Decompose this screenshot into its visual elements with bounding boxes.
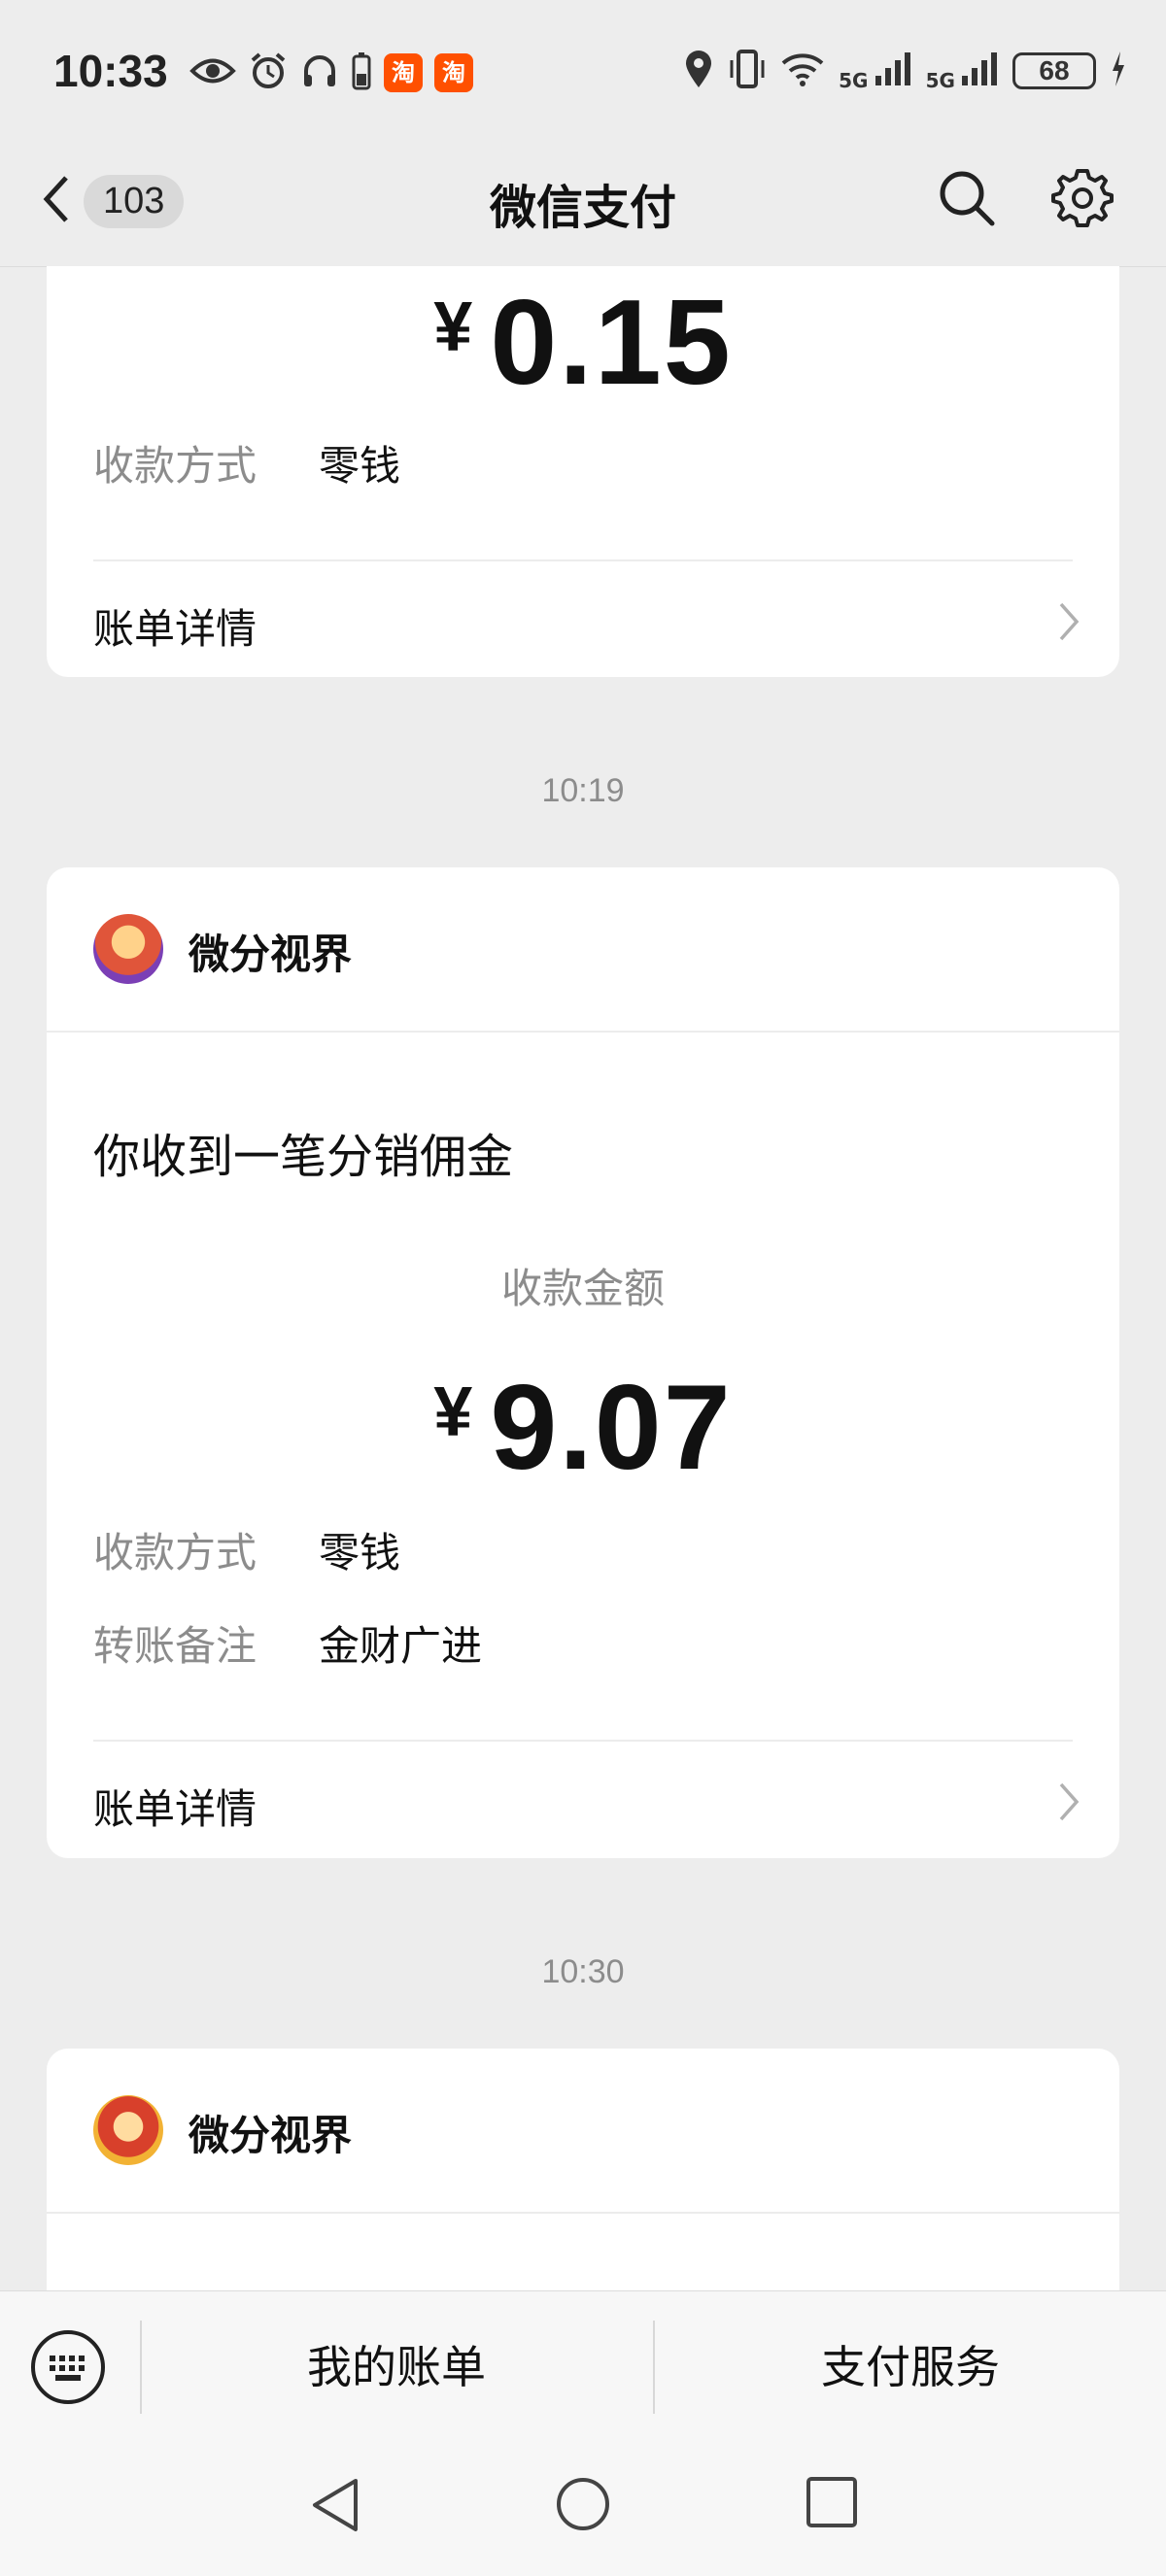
bill-detail-link[interactable]: 账单详情 bbox=[47, 561, 1119, 678]
search-button[interactable] bbox=[936, 167, 998, 233]
payment-method-value: 零钱 bbox=[319, 442, 401, 490]
merchant-name: 微分视界 bbox=[189, 2112, 353, 2159]
title-bar: 103 微信支付 bbox=[0, 148, 1166, 267]
payment-method-label: 收款方式 bbox=[93, 442, 257, 490]
message-timestamp: 10:19 bbox=[541, 772, 625, 809]
taobao-icon: 淘 bbox=[384, 53, 423, 92]
nav-recents-icon[interactable] bbox=[805, 2475, 859, 2533]
battery-small-icon bbox=[351, 51, 372, 95]
location-icon bbox=[683, 49, 714, 93]
settings-button[interactable] bbox=[1049, 165, 1115, 235]
payment-method-value: 零钱 bbox=[319, 1529, 401, 1576]
card-header[interactable]: 微分视界 bbox=[47, 2049, 1119, 2214]
battery-level: 68 bbox=[1012, 52, 1096, 89]
network-type: 5G bbox=[839, 68, 869, 92]
message-timestamp: 10:30 bbox=[541, 1953, 625, 1990]
transfer-note-value: 金财广进 bbox=[319, 1622, 483, 1670]
payment-card: ¥0.15 收款方式 零钱 账单详情 bbox=[47, 266, 1119, 677]
alarm-icon bbox=[248, 51, 289, 95]
chevron-right-icon bbox=[1057, 1780, 1080, 1827]
amount-display: ¥0.15 bbox=[47, 274, 1119, 412]
amount-value: 9.07 bbox=[490, 1361, 733, 1495]
avatar bbox=[93, 2095, 163, 2165]
taobao-icon: 淘 bbox=[434, 53, 473, 92]
nav-home-icon[interactable] bbox=[554, 2475, 612, 2537]
system-nav-bar bbox=[0, 2430, 1166, 2576]
transfer-note-label: 转账备注 bbox=[93, 1622, 257, 1670]
signal-icon: 5G bbox=[839, 51, 911, 92]
amount-label: 收款金额 bbox=[500, 1265, 665, 1312]
currency-symbol: ¥ bbox=[433, 288, 473, 366]
status-left-icons: 淘 淘 bbox=[189, 51, 473, 95]
amount-value: 0.15 bbox=[490, 276, 733, 410]
search-icon bbox=[936, 171, 998, 233]
status-bar: 10:33 淘 淘 5G 5G 68 bbox=[0, 0, 1166, 148]
bottom-menu-bar: 我的账单 支付服务 bbox=[0, 2290, 1166, 2431]
message-title: 你收到一笔分销佣金 bbox=[93, 1130, 514, 1184]
wifi-icon bbox=[780, 51, 825, 91]
payment-method-row: 收款方式 零钱 bbox=[93, 433, 400, 492]
payment-method-row: 收款方式 零钱 bbox=[93, 1520, 400, 1579]
status-right-icons: 5G 5G 68 bbox=[683, 49, 1127, 93]
signal-icon: 5G bbox=[926, 51, 999, 92]
pay-service-button[interactable]: 支付服务 bbox=[655, 2332, 1166, 2396]
avatar bbox=[93, 914, 163, 984]
merchant-name: 微分视界 bbox=[189, 931, 353, 978]
bill-detail-label: 账单详情 bbox=[93, 605, 257, 653]
amount-display: ¥9.07 bbox=[47, 1359, 1119, 1497]
currency-symbol: ¥ bbox=[433, 1373, 473, 1451]
my-bill-button[interactable]: 我的账单 bbox=[142, 2332, 651, 2396]
nav-back-icon[interactable] bbox=[307, 2475, 363, 2539]
keyboard-icon bbox=[50, 2356, 86, 2381]
status-time: 10:33 bbox=[53, 46, 168, 96]
charging-icon bbox=[1110, 50, 1127, 92]
bill-detail-link[interactable]: 账单详情 bbox=[47, 1742, 1119, 1858]
payment-card: 微分视界 你收到一笔分销佣金 收款金额 ¥9.07 收款方式 零钱 转账备注 金… bbox=[47, 867, 1119, 1858]
keyboard-toggle-button[interactable] bbox=[31, 2330, 105, 2404]
card-header[interactable]: 微分视界 bbox=[47, 867, 1119, 1033]
transfer-note-row: 转账备注 金财广进 bbox=[93, 1613, 482, 1673]
bill-detail-label: 账单详情 bbox=[93, 1785, 257, 1833]
vibrate-icon bbox=[728, 49, 767, 93]
network-type: 5G bbox=[925, 68, 955, 92]
chevron-right-icon bbox=[1057, 600, 1080, 647]
headphones-icon bbox=[300, 51, 339, 94]
eye-icon bbox=[189, 54, 236, 91]
gear-icon bbox=[1049, 169, 1115, 235]
payment-method-label: 收款方式 bbox=[93, 1529, 257, 1576]
